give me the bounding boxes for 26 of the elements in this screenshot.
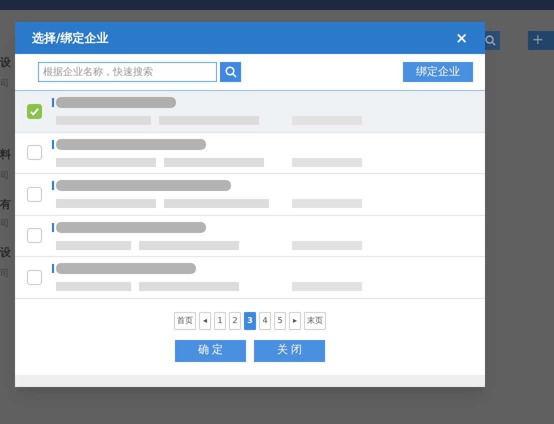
page-button[interactable]: 3 bbox=[244, 312, 256, 330]
page-button[interactable]: ◂ bbox=[199, 312, 211, 330]
list-row[interactable] bbox=[15, 216, 485, 257]
checkbox[interactable] bbox=[27, 145, 42, 160]
checkbox[interactable] bbox=[27, 270, 42, 285]
close-button[interactable]: × bbox=[455, 30, 468, 46]
checkbox[interactable] bbox=[27, 104, 42, 119]
checkbox[interactable] bbox=[27, 228, 42, 244]
search-icon bbox=[484, 34, 496, 46]
page-button[interactable]: 首页 bbox=[174, 312, 196, 330]
list-row[interactable] bbox=[15, 174, 485, 216]
list-row[interactable] bbox=[15, 91, 485, 132]
list-row[interactable] bbox=[15, 257, 485, 298]
page-button[interactable]: 1 bbox=[214, 312, 226, 330]
page-button[interactable]: 5 bbox=[274, 312, 286, 330]
search-field[interactable]: 根据企业名称，快速搜索 bbox=[38, 62, 217, 82]
list-row[interactable] bbox=[15, 132, 485, 174]
page-button[interactable]: 末页 bbox=[304, 312, 326, 330]
dialog-title: 选择/绑定企业 bbox=[32, 30, 108, 47]
page-button[interactable]: ▸ bbox=[289, 312, 301, 330]
check-icon bbox=[29, 106, 40, 117]
search-icon bbox=[224, 66, 236, 78]
checkbox[interactable] bbox=[27, 186, 42, 202]
page-button[interactable]: 4 bbox=[259, 312, 271, 330]
search-button[interactable] bbox=[220, 62, 241, 82]
page-button[interactable]: 2 bbox=[229, 312, 241, 330]
